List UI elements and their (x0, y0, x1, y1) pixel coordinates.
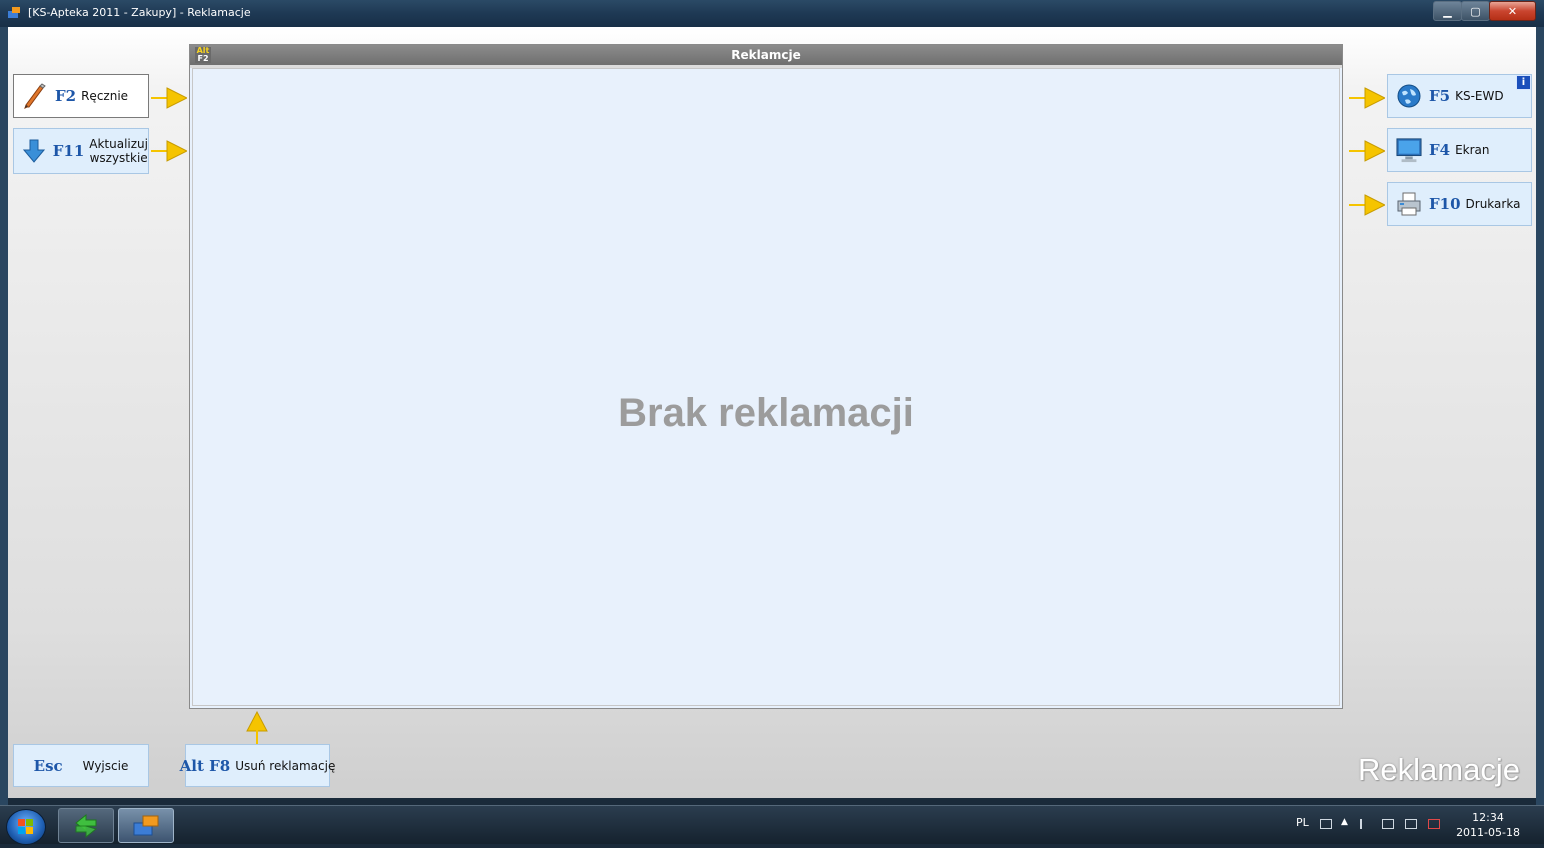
taskbar-app-ks-apteka[interactable] (118, 808, 174, 843)
close-button[interactable]: ✕ (1489, 1, 1536, 21)
empty-message: Brak reklamacji (618, 391, 914, 435)
printer-button[interactable]: F10 Drukarka (1387, 182, 1532, 226)
ks-ewd-label: KS-EWD (1455, 89, 1504, 103)
clock[interactable]: 12:34 2011-05-18 (1456, 810, 1520, 840)
window-titlebar: [KS-Apteka 2011 - Zakupy] - Reklamacje ▁… (0, 0, 1544, 27)
panel-header: Alt F2 Reklamcje (190, 45, 1342, 68)
panel-title: Reklamcje (731, 48, 801, 62)
screen-button[interactable]: F4 Ekran (1387, 128, 1532, 172)
update-all-label: Aktualizuj wszystkie (89, 137, 148, 165)
windows-logo-icon (18, 819, 33, 834)
manual-button[interactable]: F2 Ręcznie (13, 74, 149, 118)
delete-complaint-button[interactable]: Alt F8 Usuń reklamację (180, 744, 335, 787)
device-icon[interactable] (1382, 819, 1394, 829)
network-icon[interactable] (1405, 819, 1417, 829)
recycle-arrows-icon (75, 813, 98, 838)
update-all-label-line1: Aktualizuj (89, 137, 148, 151)
down-arrow-icon (22, 138, 46, 164)
window-controls: ▁ ▢ ✕ (1433, 1, 1536, 21)
maximize-button[interactable]: ▢ (1461, 1, 1490, 21)
taskbar-app-recycle[interactable] (58, 808, 114, 843)
ks-apteka-icon (133, 815, 159, 835)
manual-key: F2 (55, 87, 77, 105)
arrow-right-icon (1349, 194, 1385, 216)
manual-label: Ręcznie (81, 89, 129, 103)
arrow-right-icon (151, 140, 187, 162)
arrow-right-icon (1349, 87, 1385, 109)
complaints-list[interactable]: Brak reklamacji (192, 68, 1340, 706)
screen-label: Ekran (1455, 143, 1490, 157)
exit-button[interactable]: Esc Wyjscie (13, 744, 149, 787)
arrow-right-icon (151, 87, 187, 109)
info-icon[interactable]: i (1516, 75, 1531, 90)
clock-time: 12:34 (1472, 811, 1504, 824)
complaints-panel: Alt F2 Reklamcje Brak reklamacji (189, 44, 1343, 709)
window-frame-left (0, 27, 8, 805)
clock-date: 2011-05-18 (1456, 826, 1520, 839)
app-icon (8, 7, 20, 18)
printer-label: Drukarka (1465, 197, 1521, 211)
exit-key: Esc (33, 756, 63, 775)
delete-complaint-key: Alt F8 (179, 756, 231, 775)
start-button[interactable] (6, 809, 46, 845)
update-all-label-line2: wszystkie (89, 151, 148, 165)
delete-complaint-label: Usuń reklamację (235, 758, 336, 773)
window-title: [KS-Apteka 2011 - Zakupy] - Reklamacje (28, 6, 251, 19)
system-tray: PL ▲ 12:34 2011-05-18 (1284, 806, 1544, 844)
globe-icon (1396, 83, 1422, 109)
screen-key: F4 (1429, 141, 1451, 159)
exit-label: Wyjscie (82, 758, 129, 773)
volume-muted-icon[interactable] (1428, 819, 1440, 829)
minimize-button[interactable]: ▁ (1433, 1, 1462, 21)
flag-icon[interactable] (1360, 819, 1372, 829)
update-all-button[interactable]: F11 Aktualizuj wszystkie (13, 128, 149, 174)
arrow-up-icon (246, 711, 268, 745)
ks-ewd-key: F5 (1429, 87, 1451, 105)
printer-icon (1396, 191, 1422, 217)
ks-ewd-button[interactable]: F5 KS-EWD i (1387, 74, 1532, 118)
client-area: F2 Ręcznie F11 Aktualizuj wszystkie F5 K… (8, 27, 1536, 798)
update-all-key: F11 (52, 142, 85, 160)
language-indicator[interactable]: PL (1296, 816, 1309, 829)
section-watermark: Reklamacje (1358, 752, 1520, 787)
printer-key: F10 (1429, 195, 1461, 213)
keyboard-icon[interactable] (1320, 819, 1332, 829)
taskbar: PL ▲ 12:34 2011-05-18 (0, 805, 1544, 845)
show-hidden-icon[interactable]: ▲ (1341, 817, 1348, 827)
pencil-icon (22, 83, 48, 109)
arrow-right-icon (1349, 140, 1385, 162)
monitor-icon (1396, 137, 1422, 163)
window-frame-right (1536, 27, 1544, 805)
